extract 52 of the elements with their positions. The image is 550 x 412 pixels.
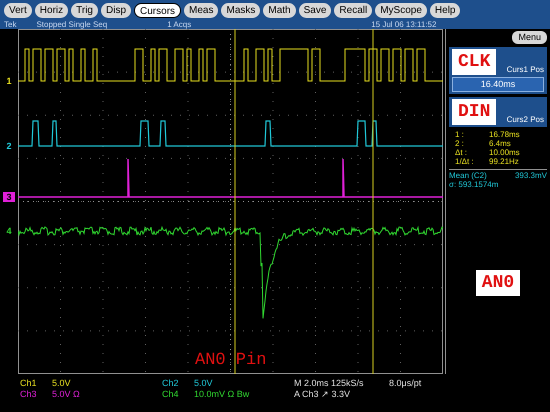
measurement-value: 393.3mV (514, 171, 547, 180)
menu-button[interactable]: Recall (334, 2, 372, 18)
annotation-label: DIN (452, 99, 496, 125)
menu-button[interactable]: Horiz (34, 2, 68, 18)
channel-readout: 10.0mV Ω Bw (194, 389, 250, 400)
menu-button[interactable]: Disp (101, 2, 132, 18)
cursor-label: Curs2 Pos (506, 115, 544, 125)
channel-readout: 8.0μs/pt (389, 378, 422, 389)
readout-label: 2 : (454, 139, 465, 148)
channel-readout: Ch3 (20, 389, 38, 400)
channel-marker: 2 (5, 141, 12, 151)
channel-readout: 5.0V (194, 378, 214, 389)
channel-readout: 5.0V (52, 378, 72, 389)
measurement-deviation: σ: 593.1574m (449, 180, 500, 189)
cursor-line[interactable] (234, 29, 236, 374)
readout-value: 6.4ms (489, 139, 511, 148)
annotation-text: AN0 Pin (195, 351, 266, 371)
readout-label: 1 : (454, 130, 465, 139)
menu-button[interactable]: Menu (512, 31, 547, 44)
channel-readout: Ch4 (162, 389, 180, 400)
cursor-label: Curs1 Pos (506, 65, 544, 75)
annotation-label: AN0 (476, 270, 520, 296)
readout-value: 99.21Hz (489, 157, 519, 166)
menu-button[interactable]: Vert (4, 2, 32, 18)
channel-marker: 1 (5, 76, 12, 86)
readout-value: 10.00ms (489, 148, 520, 157)
cursor-value-field[interactable]: 16.40ms (452, 77, 544, 92)
menu-button[interactable]: Meas (184, 2, 218, 18)
menu-button[interactable]: Help (430, 2, 460, 18)
acquisition-count: 1 Acqs (167, 20, 192, 29)
acquisition-state: Stopped Single Seq (36, 20, 108, 29)
menu-button[interactable]: Cursors (134, 2, 182, 18)
menu-button[interactable]: Masks (221, 2, 260, 18)
cursor-line[interactable] (372, 29, 374, 374)
menu-button[interactable]: Trig (71, 2, 98, 18)
measurement-label: Mean (C2) (449, 171, 487, 180)
brand-label: Tek (4, 20, 16, 29)
readout-value: 16.78ms (489, 130, 520, 139)
menu-button[interactable]: MyScope (375, 2, 427, 18)
channel-readout: A Ch3 ↗ 3.3V (294, 389, 352, 400)
channel-readout: Ch2 (162, 378, 180, 389)
channel-marker: 3 (3, 192, 15, 202)
channel-marker: 4 (5, 226, 12, 236)
channel-readout: Ch1 (20, 378, 38, 389)
readout-label: 1/Δt : (454, 157, 475, 166)
menu-button[interactable]: Save (298, 2, 332, 18)
readout-label: Δt : (454, 148, 468, 157)
channel-readout: M 2.0ms 125kS/s (294, 378, 365, 389)
menu-button[interactable]: Math (263, 2, 296, 18)
annotation-label: CLK (452, 49, 496, 75)
channel-readout: 5.0V Ω (52, 389, 81, 400)
date-time: 15 Jul 06 13:11:52 (371, 20, 436, 29)
